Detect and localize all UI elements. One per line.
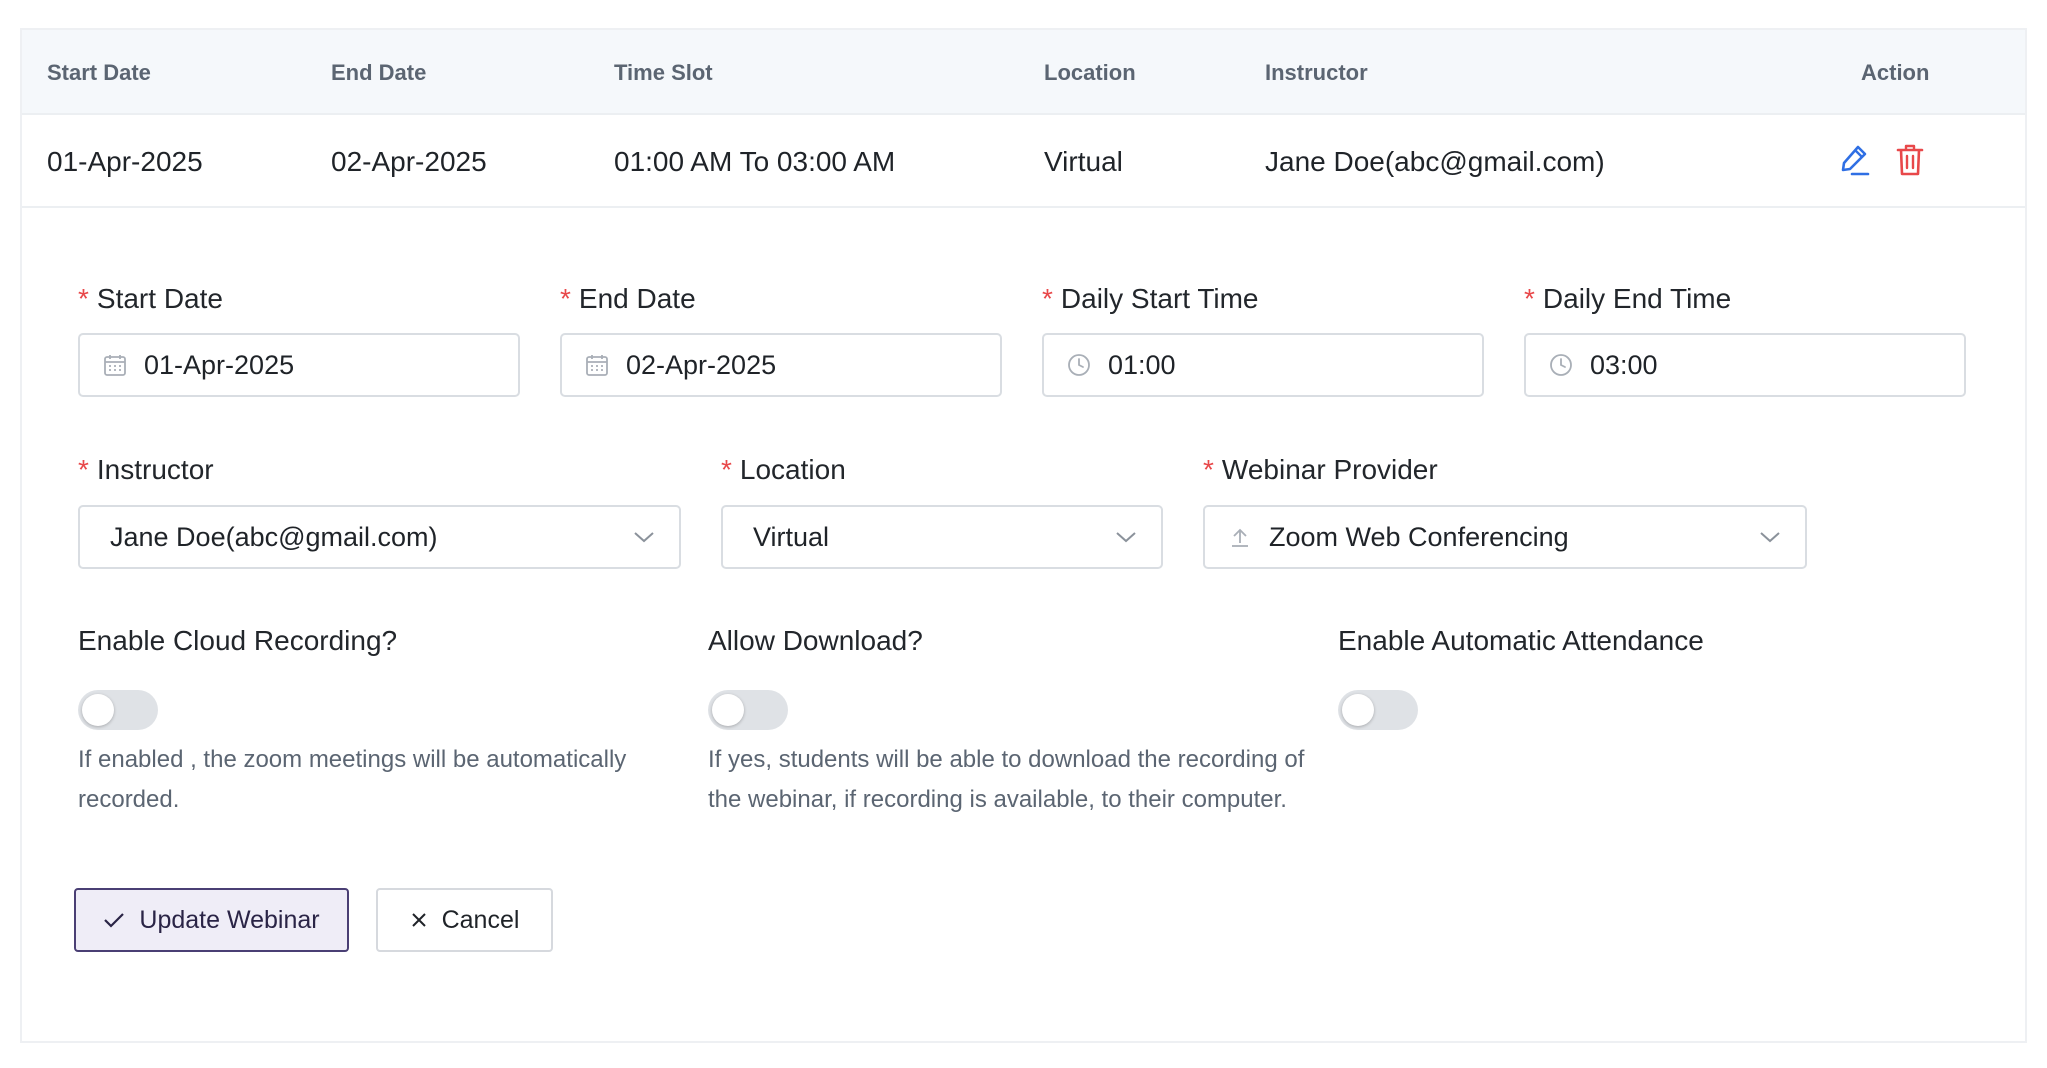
instructor-value: Jane Doe(abc@gmail.com) — [110, 521, 438, 552]
column-header-start-date: Start Date — [47, 60, 151, 85]
close-icon — [411, 913, 426, 927]
allow-download-help: If yes, students will be able to downloa… — [708, 746, 1305, 813]
toggle-knob — [82, 694, 114, 726]
cloud-recording-help: If enabled , the zoom meetings will be a… — [78, 746, 627, 813]
column-header-time-slot: Time Slot — [614, 60, 713, 85]
cell-location: Virtual — [1044, 146, 1123, 177]
cancel-button[interactable]: Cancel — [376, 888, 553, 952]
daily-end-time-value: 03:00 — [1590, 349, 1658, 380]
daily-start-time-input[interactable]: 01:00 — [1042, 333, 1484, 397]
toggle-knob — [1342, 694, 1374, 726]
allow-download-toggle[interactable] — [708, 690, 788, 730]
start-date-input[interactable]: 01-Apr-2025 — [78, 333, 520, 397]
cell-start-date: 01-Apr-2025 — [47, 146, 203, 177]
trash-icon — [1896, 144, 1924, 176]
chevron-down-icon — [1757, 524, 1783, 550]
cloud-recording-label: Enable Cloud Recording? — [78, 625, 398, 656]
calendar-icon — [102, 352, 128, 378]
webinar-provider-select[interactable]: Zoom Web Conferencing — [1203, 505, 1807, 569]
cell-end-date: 02-Apr-2025 — [331, 146, 487, 177]
chevron-down-icon — [1113, 524, 1139, 550]
table-row: 01-Apr-2025 02-Apr-2025 01:00 AM To 03:0… — [22, 115, 2025, 208]
column-header-action: Action — [1861, 60, 1930, 85]
daily-start-time-value: 01:00 — [1108, 349, 1176, 380]
instructor-select[interactable]: Jane Doe(abc@gmail.com) — [78, 505, 681, 569]
clock-icon — [1066, 352, 1092, 378]
location-select[interactable]: Virtual — [721, 505, 1163, 569]
edit-button[interactable] — [1837, 141, 1871, 179]
column-header-end-date: End Date — [331, 60, 427, 85]
chevron-down-icon — [631, 524, 657, 550]
auto-attendance-label: Enable Automatic Attendance — [1338, 625, 1704, 656]
allow-download-label: Allow Download? — [708, 625, 923, 656]
update-webinar-button[interactable]: Update Webinar — [74, 888, 349, 952]
cancel-label: Cancel — [441, 905, 520, 934]
table-header: Start Date End Date Time Slot Location I… — [22, 30, 2025, 115]
daily-end-time-input[interactable]: 03:00 — [1524, 333, 1966, 397]
end-date-label: * End Date — [560, 283, 696, 314]
start-date-value: 01-Apr-2025 — [144, 349, 295, 380]
cloud-recording-toggle[interactable] — [78, 690, 158, 730]
calendar-icon — [584, 352, 610, 378]
webinar-provider-value: Zoom Web Conferencing — [1269, 521, 1569, 552]
daily-end-time-label: * Daily End Time — [1524, 283, 1732, 314]
instructor-label: * Instructor — [78, 454, 214, 485]
cell-time-slot: 01:00 AM To 03:00 AM — [614, 146, 896, 177]
column-header-location: Location — [1044, 60, 1136, 85]
check-icon — [104, 913, 125, 928]
row-actions — [1837, 141, 1927, 179]
end-date-input[interactable]: 02-Apr-2025 — [560, 333, 1002, 397]
cell-instructor: Jane Doe(abc@gmail.com) — [1265, 146, 1605, 177]
location-value: Virtual — [753, 521, 830, 552]
auto-attendance-toggle[interactable] — [1338, 690, 1418, 730]
edit-icon — [1841, 145, 1870, 176]
update-webinar-label: Update Webinar — [139, 905, 320, 934]
delete-button[interactable] — [1893, 141, 1927, 179]
clock-icon — [1548, 352, 1574, 378]
daily-start-time-label: * Daily Start Time — [1042, 283, 1259, 314]
end-date-value: 02-Apr-2025 — [626, 349, 777, 380]
toggle-knob — [712, 694, 744, 726]
column-header-instructor: Instructor — [1265, 60, 1368, 85]
start-date-label: * Start Date — [78, 283, 223, 314]
location-label: * Location — [721, 454, 846, 485]
upload-icon — [1227, 524, 1253, 550]
webinar-provider-label: * Webinar Provider — [1203, 454, 1438, 485]
